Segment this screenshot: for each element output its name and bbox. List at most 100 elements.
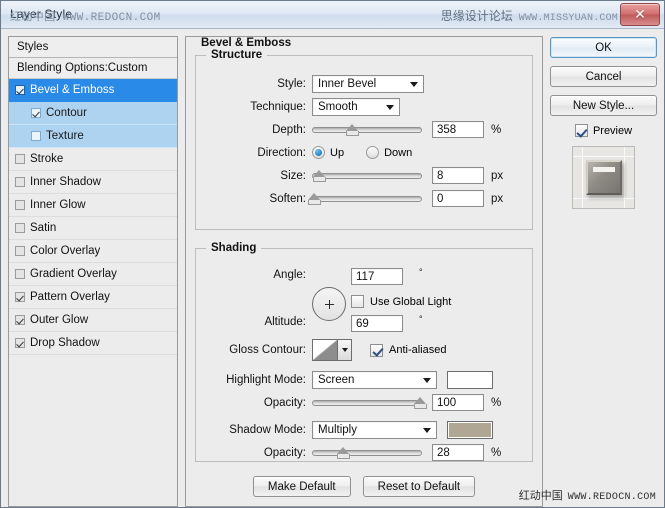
style-select-value: Inner Bevel <box>318 77 377 90</box>
gloss-contour-picker[interactable] <box>312 339 352 361</box>
close-button[interactable]: ✕ <box>620 3 660 26</box>
highlight-opacity-input[interactable]: 100 <box>432 394 484 411</box>
highlight-opacity-thumb[interactable] <box>413 396 427 409</box>
watermark-bottom-url: WWW.REDOCN.COM <box>567 492 656 503</box>
direction-down-option[interactable]: Down <box>366 146 412 159</box>
watermark-title-left: 红动中国 WWW.REDOCN.COM <box>10 12 161 24</box>
checkbox-texture[interactable] <box>31 131 41 141</box>
shadow-opacity-track <box>312 449 422 456</box>
use-global-light-label: Use Global Light <box>370 295 452 308</box>
sidebar-item-label: Bevel & Emboss <box>30 84 115 96</box>
highlight-mode-select[interactable]: Screen <box>312 370 437 389</box>
depth-slider[interactable] <box>312 123 422 137</box>
radio-direction-down[interactable] <box>366 146 380 159</box>
depth-slider-thumb[interactable] <box>345 123 359 136</box>
checkbox-preview[interactable] <box>574 124 588 137</box>
sidebar-item-color-overlay[interactable]: Color Overlay <box>9 240 177 263</box>
shadow-opacity-unit: % <box>491 446 502 459</box>
use-global-light-option[interactable]: Use Global Light <box>351 295 451 308</box>
checkbox-satin[interactable] <box>15 223 25 233</box>
soften-slider-thumb[interactable] <box>308 192 322 205</box>
sidebar-item-texture[interactable]: Texture <box>9 125 177 148</box>
checkbox-use-global-light[interactable] <box>351 295 364 308</box>
sidebar-item-gradient-overlay[interactable]: Gradient Overlay <box>9 263 177 286</box>
sidebar-item-label: Pattern Overlay <box>30 291 110 303</box>
preview-swatch-art <box>585 160 622 195</box>
sidebar-item-label: Gradient Overlay <box>30 268 117 280</box>
make-default-button[interactable]: Make Default <box>252 476 351 497</box>
sidebar-item-outer-glow[interactable]: Outer Glow <box>9 309 177 332</box>
angle-dial[interactable] <box>312 287 346 321</box>
chevron-down-icon <box>410 81 418 87</box>
sidebar-item-inner-glow[interactable]: Inner Glow <box>9 194 177 217</box>
direction-up-option[interactable]: Up <box>312 146 344 159</box>
shadow-opacity-slider[interactable] <box>312 446 422 460</box>
reset-to-default-button[interactable]: Reset to Default <box>362 476 476 497</box>
blending-options-item[interactable]: Blending Options:Custom <box>9 58 177 79</box>
anti-aliased-option[interactable]: Anti-aliased <box>370 343 446 357</box>
depth-input[interactable]: 358 <box>432 121 484 138</box>
sidebar-item-label: Outer Glow <box>30 314 89 326</box>
settings-pane: Bevel & Emboss Structure Style: Inner Be… <box>185 36 543 507</box>
preview-option[interactable]: Preview <box>550 124 657 137</box>
checkbox-bevel-emboss[interactable] <box>15 85 25 95</box>
ok-button[interactable]: OK <box>550 37 657 58</box>
size-slider-thumb[interactable] <box>312 169 326 182</box>
highlight-opacity-slider[interactable] <box>312 396 427 410</box>
depth-slider-track <box>312 126 422 133</box>
sidebar-item-stroke[interactable]: Stroke <box>9 148 177 171</box>
soften-input[interactable]: 0 <box>432 190 484 207</box>
soften-slider[interactable] <box>308 192 422 206</box>
highlight-opacity-track <box>312 399 422 406</box>
radio-direction-up[interactable] <box>312 146 325 159</box>
highlight-color-swatch[interactable] <box>447 370 493 389</box>
sidebar-item-label: Inner Glow <box>30 199 86 211</box>
shadow-mode-select[interactable]: Multiply <box>312 420 437 439</box>
style-label: Style: <box>277 77 306 90</box>
angle-input[interactable]: 117 <box>351 268 403 285</box>
checkbox-anti-aliased[interactable] <box>370 343 383 357</box>
altitude-input[interactable]: 69 <box>351 315 403 332</box>
sidebar-item-pattern-overlay[interactable]: Pattern Overlay <box>9 286 177 309</box>
sidebar-item-satin[interactable]: Satin <box>9 217 177 240</box>
chevron-down-icon <box>386 104 394 110</box>
technique-label: Technique: <box>250 100 306 113</box>
size-input[interactable]: 8 <box>432 167 484 184</box>
soften-label: Soften: <box>269 192 306 205</box>
watermark-bottom-cn: 红动中国 <box>518 490 563 502</box>
watermark-title-right-url: WWW.MISSYUAN.COM <box>518 13 618 24</box>
styles-panel: Styles Blending Options:Custom Bevel & E… <box>8 36 178 507</box>
depth-label: Depth: <box>272 123 306 136</box>
highlight-opacity-unit: % <box>491 396 502 409</box>
checkbox-inner-glow[interactable] <box>15 200 25 210</box>
size-slider-track <box>312 172 422 179</box>
sidebar-item-drop-shadow[interactable]: Drop Shadow <box>9 332 177 355</box>
sidebar-item-inner-shadow[interactable]: Inner Shadow <box>9 171 177 194</box>
checkbox-outer-glow[interactable] <box>15 315 25 325</box>
checkbox-inner-shadow[interactable] <box>15 177 25 187</box>
shadow-color-swatch[interactable] <box>447 420 493 439</box>
checkbox-gradient-overlay[interactable] <box>15 269 25 279</box>
new-style-button[interactable]: New Style... <box>550 95 657 116</box>
sidebar-item-contour[interactable]: Contour <box>9 102 177 125</box>
style-select[interactable]: Inner Bevel <box>312 74 424 93</box>
shadow-opacity-input[interactable]: 28 <box>432 444 484 461</box>
checkbox-pattern-overlay[interactable] <box>15 292 25 302</box>
sidebar-item-label: Contour <box>46 107 87 119</box>
gloss-contour-dropdown[interactable] <box>337 340 351 360</box>
size-slider[interactable] <box>312 169 422 183</box>
shadow-opacity-thumb[interactable] <box>336 446 350 459</box>
watermark-title-right: 思缘设计论坛 WWW.MISSYUAN.COM <box>441 7 618 24</box>
checkbox-color-overlay[interactable] <box>15 246 25 256</box>
checkbox-contour[interactable] <box>31 108 41 118</box>
checkbox-drop-shadow[interactable] <box>15 338 25 348</box>
cancel-button[interactable]: Cancel <box>550 66 657 87</box>
sidebar-item-bevel-emboss[interactable]: Bevel & Emboss <box>9 79 177 102</box>
sidebar-item-label: Stroke <box>30 153 64 165</box>
technique-select[interactable]: Smooth <box>312 97 400 116</box>
styles-list-filler <box>9 355 177 506</box>
chevron-down-icon <box>423 427 431 433</box>
shadow-mode-value: Multiply <box>318 423 357 436</box>
angle-label: Angle: <box>273 269 306 281</box>
checkbox-stroke[interactable] <box>15 154 25 164</box>
